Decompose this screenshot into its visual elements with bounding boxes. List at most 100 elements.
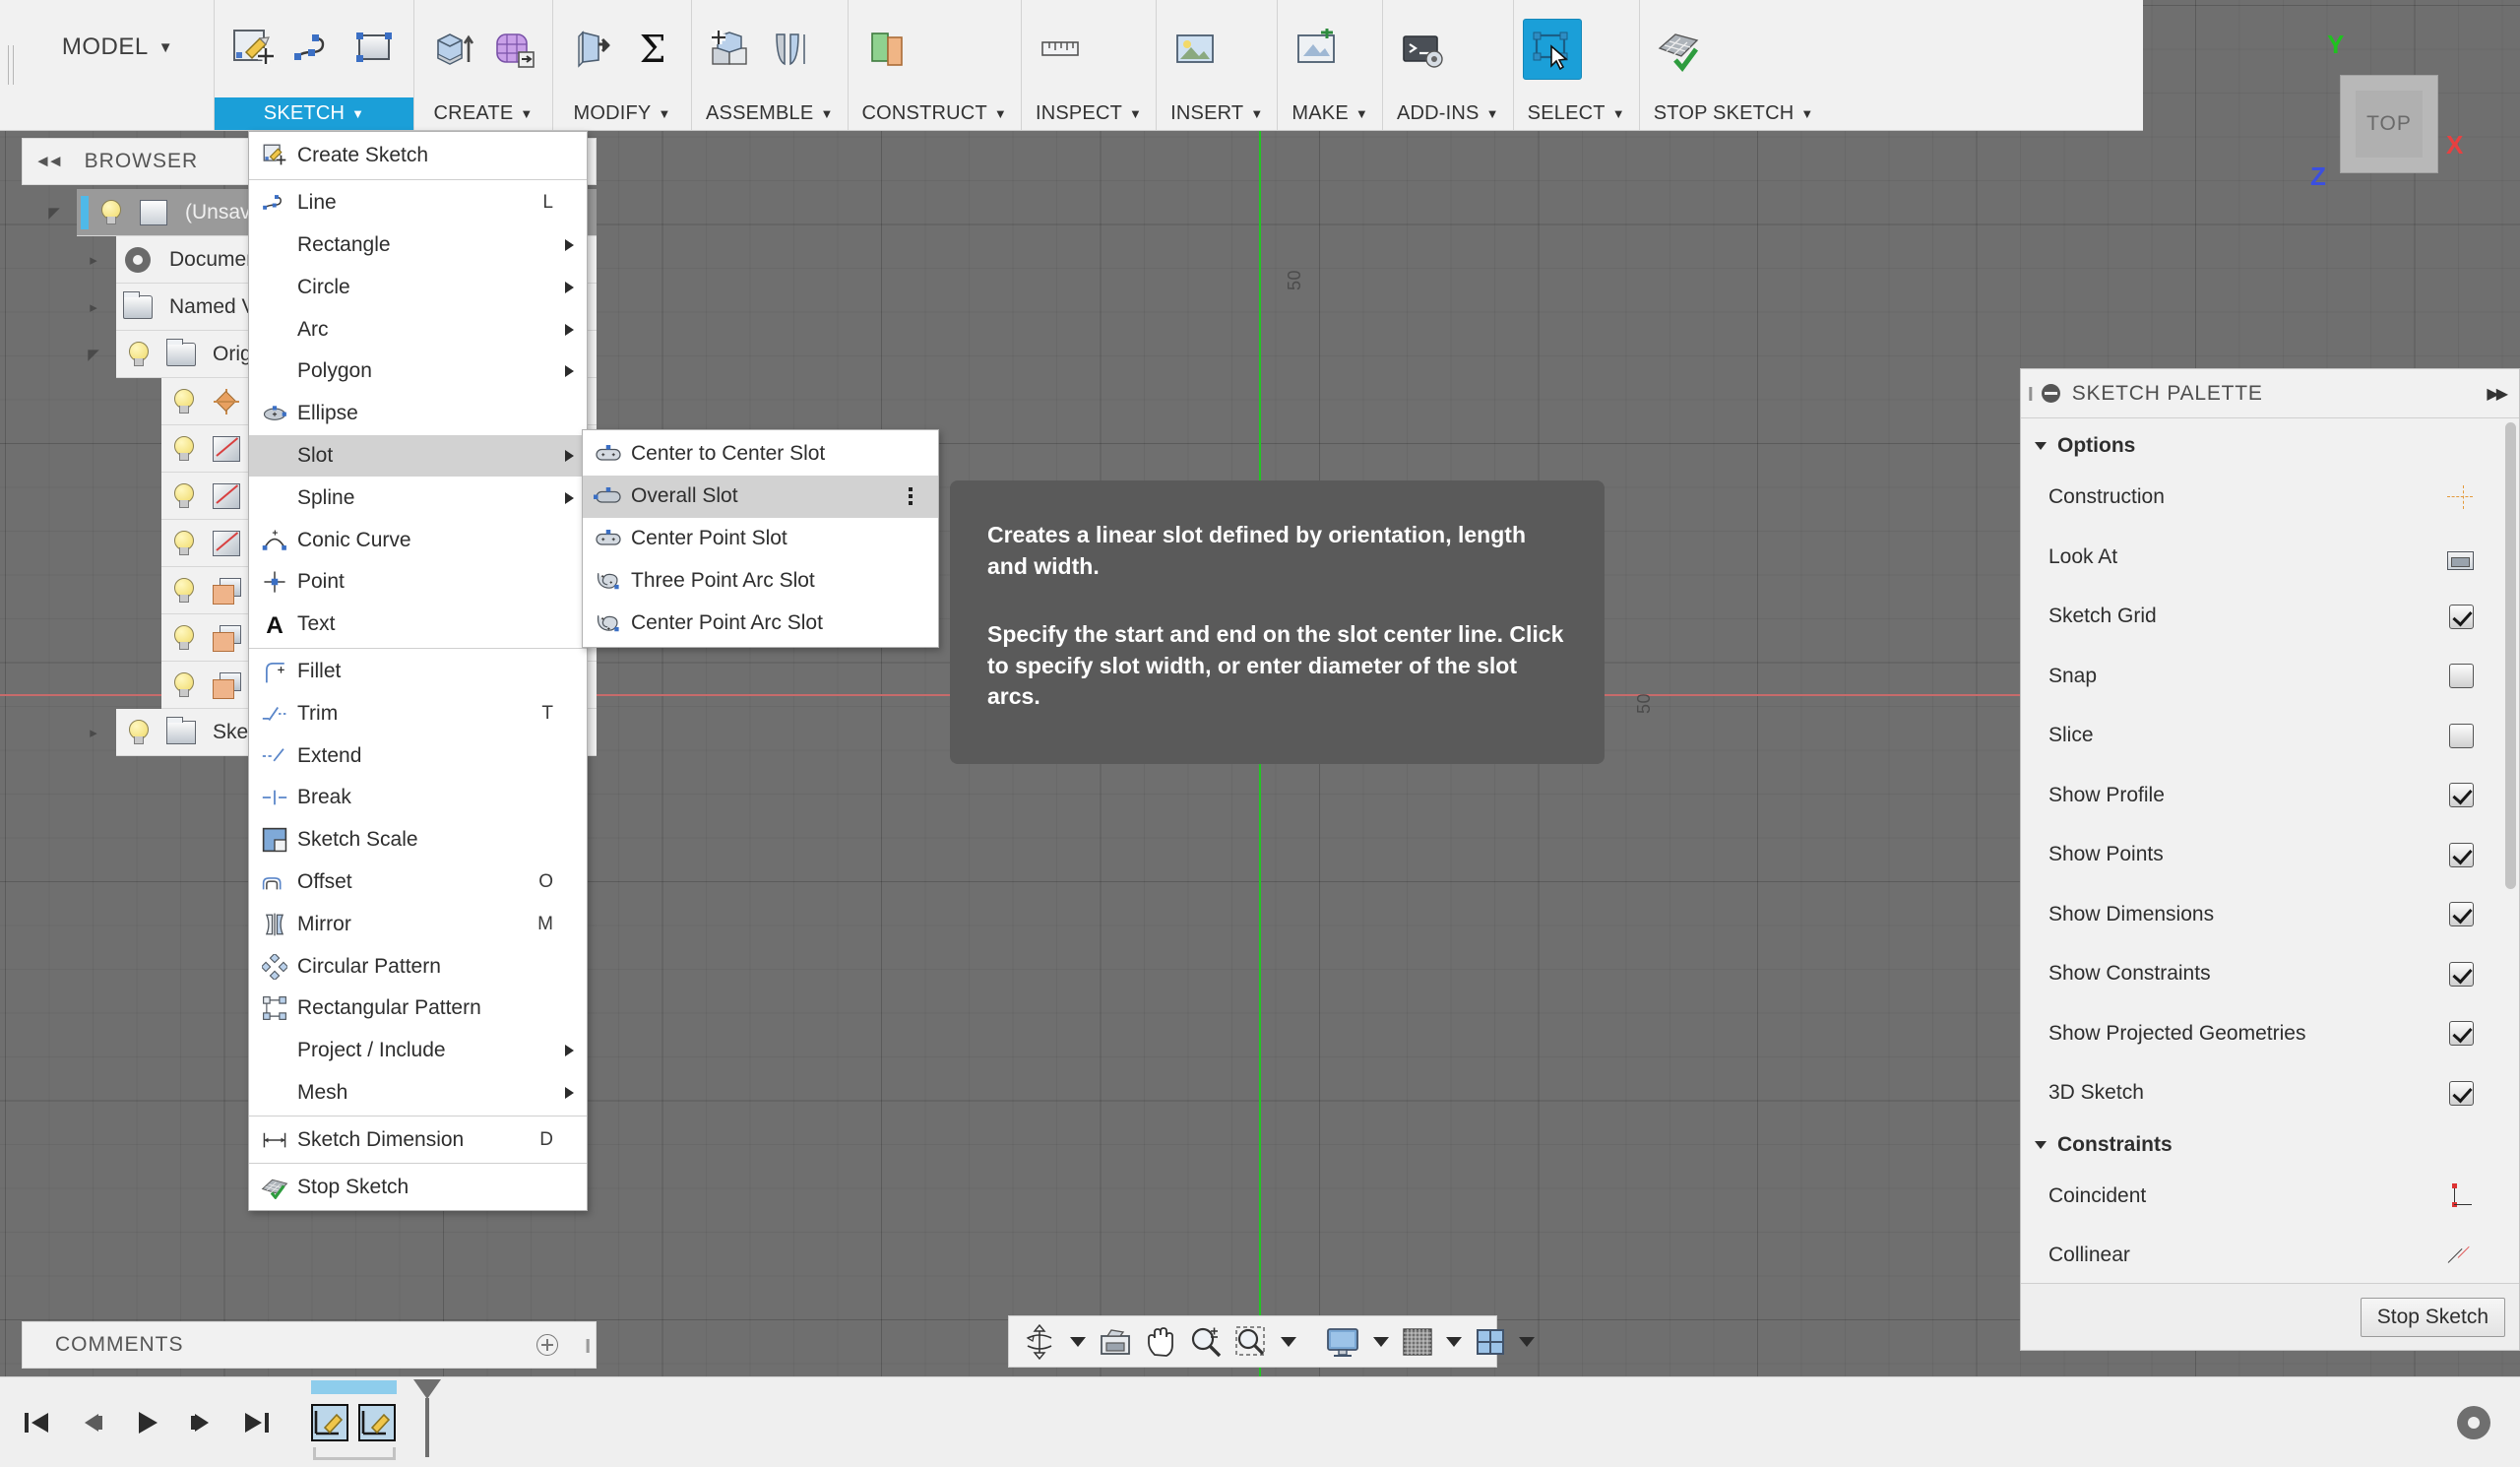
tab-modify[interactable]: MODIFY ▼ <box>553 97 691 130</box>
create-sketch-button[interactable] <box>223 19 283 80</box>
submenu-item-overall-slot[interactable]: Overall Slot <box>583 475 938 518</box>
palette-section-constraints[interactable]: Constraints <box>2021 1123 2519 1167</box>
scripts-addins-button[interactable] <box>1392 19 1451 80</box>
stop-sketch-palette-button[interactable]: Stop Sketch <box>2360 1297 2505 1337</box>
menu-item-ellipse[interactable]: Ellipse <box>249 393 587 435</box>
lightbulb-icon[interactable] <box>161 577 205 604</box>
show-projected-geometries-checkbox[interactable] <box>2449 1021 2474 1047</box>
tab-sketch[interactable]: SKETCH ▼ <box>215 97 413 130</box>
submenu-item-center-point-slot[interactable]: Center Point Slot <box>583 518 938 560</box>
play-icon[interactable] <box>132 1408 161 1437</box>
lightbulb-icon[interactable] <box>161 671 205 698</box>
lightbulb-icon[interactable] <box>89 199 132 225</box>
step-back-icon[interactable] <box>77 1408 106 1437</box>
viewports-icon[interactable] <box>1472 1322 1509 1362</box>
menu-item-arc[interactable]: Arc <box>249 308 587 351</box>
workspace-switcher[interactable]: MODEL ▼ <box>22 0 215 130</box>
menu-item-create-sketch[interactable]: Create Sketch <box>249 135 587 177</box>
rectangle-button[interactable] <box>346 19 405 80</box>
display-settings-icon[interactable] <box>1322 1322 1363 1362</box>
palette-scrollbar[interactable] <box>2505 422 2516 889</box>
palette-row-sketch-grid[interactable]: Sketch Grid <box>2021 587 2519 647</box>
palette-row-collinear[interactable]: Collinear <box>2021 1226 2519 1283</box>
palette-grip-icon[interactable]: ||| <box>2028 385 2033 402</box>
zoom-dropdown-caret[interactable] <box>1281 1336 1296 1347</box>
menu-item-point[interactable]: Point <box>249 561 587 604</box>
menu-item-polygon[interactable]: Polygon <box>249 351 587 393</box>
lightbulb-icon[interactable] <box>161 624 205 651</box>
tab-addins[interactable]: ADD-INS ▼ <box>1383 97 1513 130</box>
comments-grip-icon[interactable]: ||| <box>585 1337 590 1354</box>
step-forward-icon[interactable] <box>187 1408 217 1437</box>
menu-item-extend[interactable]: Extend <box>249 734 587 777</box>
timeline-playhead[interactable] <box>413 1378 441 1399</box>
menu-item-rectangle[interactable]: Rectangle <box>249 224 587 267</box>
orbit-icon[interactable] <box>1019 1322 1060 1362</box>
overflow-menu-icon[interactable] <box>909 487 913 506</box>
joint-button[interactable] <box>762 19 821 80</box>
submenu-item-three-point-arc-slot[interactable]: Three Point Arc Slot <box>583 559 938 602</box>
construction-icon[interactable] <box>2446 484 2474 510</box>
view-cube-face[interactable]: TOP <box>2340 75 2438 173</box>
collapse-icon[interactable]: ◄◄ <box>34 152 64 171</box>
select-button[interactable] <box>1522 18 1582 80</box>
lightbulb-icon[interactable] <box>116 719 159 745</box>
show-points-checkbox[interactable] <box>2449 842 2474 867</box>
viewports-caret[interactable] <box>1519 1336 1535 1347</box>
tab-select[interactable]: SELECT ▼ <box>1514 97 1639 130</box>
collinear-icon[interactable] <box>2446 1243 2474 1268</box>
extrude-button[interactable] <box>423 19 482 80</box>
view-cube[interactable]: TOP Y X Z <box>2310 30 2463 191</box>
tab-insert[interactable]: INSERT ▼ <box>1157 97 1277 130</box>
palette-row-show-projected-geometries[interactable]: Show Projected Geometries <box>2021 1004 2519 1064</box>
expander-icon[interactable]: ◤ <box>81 342 106 367</box>
timeline-feature-sketch2[interactable] <box>358 1403 396 1441</box>
palette-row-show-profile[interactable]: Show Profile <box>2021 766 2519 826</box>
look-at-icon[interactable] <box>1096 1322 1135 1362</box>
comments-panel[interactable]: COMMENTS ||| <box>22 1321 597 1369</box>
palette-row-construction[interactable]: Construction <box>2021 468 2519 528</box>
zoom-window-icon[interactable] <box>1231 1322 1271 1362</box>
tab-construct[interactable]: CONSTRUCT ▼ <box>849 97 1021 130</box>
tab-make[interactable]: MAKE ▼ <box>1278 97 1382 130</box>
palette-row-3d-sketch[interactable]: 3D Sketch <box>2021 1063 2519 1123</box>
menu-item-mesh[interactable]: Mesh <box>249 1072 587 1115</box>
menu-item-circular-pattern[interactable]: Circular Pattern <box>249 945 587 988</box>
press-pull-button[interactable] <box>562 19 621 80</box>
3d-print-button[interactable] <box>1287 19 1346 80</box>
new-component-button[interactable] <box>701 19 760 80</box>
menu-item-sketch-scale[interactable]: Sketch Scale <box>249 819 587 861</box>
submenu-item-center-point-arc-slot[interactable]: Center Point Arc Slot <box>583 602 938 644</box>
insert-image-button[interactable] <box>1166 19 1225 80</box>
palette-section-options[interactable]: Options <box>2021 424 2519 468</box>
show-dimensions-checkbox[interactable] <box>2449 902 2474 927</box>
zoom-icon[interactable] <box>1186 1322 1226 1362</box>
show-constraints-checkbox[interactable] <box>2449 961 2474 987</box>
tab-assemble[interactable]: ASSEMBLE ▼ <box>692 97 848 130</box>
expander-icon[interactable]: ◤ <box>41 200 67 225</box>
parameters-button[interactable]: Σ <box>623 19 682 80</box>
expander-icon[interactable]: ▸ <box>81 720 106 745</box>
palette-row-coincident[interactable]: Coincident <box>2021 1167 2519 1227</box>
tab-inspect[interactable]: INSPECT ▼ <box>1022 97 1156 130</box>
palette-row-slice[interactable]: Slice <box>2021 706 2519 766</box>
submenu-item-center-to-center-slot[interactable]: Center to Center Slot <box>583 433 938 476</box>
menu-item-mirror[interactable]: Mirror M <box>249 903 587 945</box>
orbit-dropdown-caret[interactable] <box>1070 1336 1086 1347</box>
menu-item-rectangular-pattern[interactable]: Rectangular Pattern <box>249 988 587 1030</box>
line-button[interactable] <box>284 19 344 80</box>
palette-row-show-dimensions[interactable]: Show Dimensions <box>2021 885 2519 945</box>
lightbulb-icon[interactable] <box>116 341 159 367</box>
timeline-feature-sketch1[interactable] <box>311 1403 348 1441</box>
go-to-end-icon[interactable] <box>242 1408 272 1437</box>
offset-plane-button[interactable] <box>857 19 916 80</box>
menu-item-sketch-dimension[interactable]: Sketch Dimension D <box>249 1118 587 1161</box>
coincident-icon[interactable] <box>2446 1182 2474 1209</box>
toolbar-grip[interactable] <box>0 0 22 130</box>
menu-item-break[interactable]: Break <box>249 777 587 819</box>
show-profile-checkbox[interactable] <box>2449 783 2474 808</box>
menu-item-offset[interactable]: Offset O <box>249 861 587 904</box>
timeline-settings-icon[interactable] <box>2457 1405 2490 1439</box>
menu-item-text[interactable]: A Text <box>249 604 587 646</box>
menu-item-stop-sketch[interactable]: Stop Sketch <box>249 1166 587 1208</box>
